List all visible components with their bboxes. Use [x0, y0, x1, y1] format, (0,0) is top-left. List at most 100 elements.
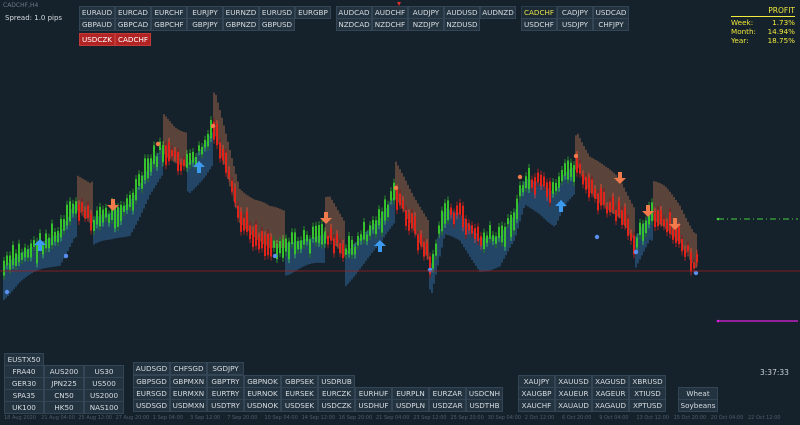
candle-body: [351, 239, 353, 255]
profit-row: Year: 18.75%: [731, 36, 795, 45]
symbol-button-usdpln[interactable]: USDPLN: [392, 399, 429, 412]
candle-body: [282, 239, 284, 258]
symbol-button-gbpcad[interactable]: GBPCAD: [115, 18, 151, 31]
spread-label: Spread: 1.0 pips: [5, 14, 63, 22]
symbol-button-nzdjpy[interactable]: NZDJPY: [408, 18, 444, 31]
signal-dot: [272, 253, 278, 259]
candle-body: [492, 235, 494, 242]
symbol-button-xauaud[interactable]: XAUAUD: [555, 399, 592, 412]
time-axis-label: 23 Sep 12:00: [413, 415, 447, 421]
candle-body: [642, 223, 644, 241]
candle-body: [192, 151, 194, 163]
candle-body: [216, 124, 218, 146]
candle-body: [87, 205, 89, 218]
candle-body: [519, 185, 521, 197]
symbol-button-nzdchf[interactable]: NZDCHF: [372, 18, 408, 31]
symbol-button-cadchf[interactable]: CADCHF: [115, 33, 151, 46]
symbol-button-audsgd[interactable]: AUDSGD: [133, 362, 170, 375]
candle-body: [630, 233, 632, 241]
time-axis-label: 14 Sep 12:00: [301, 415, 335, 421]
candle-body: [309, 239, 311, 254]
symbol-button-xptusd[interactable]: XPTUSD: [629, 399, 666, 412]
profit-row-value: 1.73%: [772, 18, 795, 27]
symbol-button-gbpnzd[interactable]: GBPNZD: [223, 18, 259, 31]
candle-body: [408, 213, 410, 231]
symbol-button-usdsek[interactable]: USDSEK: [281, 399, 318, 412]
candle-body: [558, 176, 560, 188]
symbol-button-usdjpy[interactable]: USDJPY: [557, 18, 593, 31]
candle-body: [342, 243, 344, 259]
candle-body: [504, 226, 506, 247]
symbol-button-chfjpy[interactable]: CHFJPY: [593, 18, 629, 31]
time-axis-label: 15 Oct 20:00: [673, 415, 707, 421]
time-axis-label: 22 Oct 12:00: [748, 415, 781, 421]
candle-body: [180, 162, 182, 171]
symbol-button-xagaud[interactable]: XAGAUD: [592, 399, 629, 412]
candle-body: [246, 211, 248, 232]
symbol-button-usdhuf[interactable]: USDHUF: [355, 399, 392, 412]
symbol-button-sgdjpy[interactable]: SGDJPY: [207, 362, 244, 375]
symbol-button-audnzd[interactable]: AUDNZD: [480, 6, 516, 19]
symbol-button-usdtry[interactable]: USDTRY: [207, 399, 244, 412]
symbol-button-soybeans[interactable]: Soybeans: [678, 399, 718, 412]
candle-body: [618, 200, 620, 215]
symbol-button-eurgbp[interactable]: EURGBP: [295, 6, 331, 19]
candle-body: [171, 149, 173, 157]
signal-dot: [4, 289, 10, 295]
symbol-button-gbpusd[interactable]: GBPUSD: [259, 18, 295, 31]
candle-body: [252, 230, 254, 248]
symbol-button-usdmxn[interactable]: USDMXN: [170, 399, 207, 412]
candle-body: [483, 232, 485, 250]
candle-body: [657, 210, 659, 227]
candle-body: [294, 232, 296, 255]
candle-body: [468, 223, 470, 231]
candle-body: [387, 204, 389, 218]
candle-body: [453, 212, 455, 225]
candle-body: [153, 145, 155, 165]
candle-body: [285, 238, 287, 252]
candle-body: [138, 174, 140, 186]
time-axis-label: 16 Sep 20:00: [338, 415, 373, 421]
symbol-button-usdczk[interactable]: USDCZK: [318, 399, 355, 412]
candle-body: [417, 234, 419, 251]
candle-body: [690, 251, 692, 272]
price-chart[interactable]: [0, 0, 800, 425]
symbol-button-usdthb[interactable]: USDTHB: [466, 399, 503, 412]
level-marker: [716, 319, 720, 323]
candle-body: [471, 225, 473, 234]
candle-body: [507, 218, 509, 225]
candle-body: [609, 201, 611, 213]
candle-body: [378, 209, 380, 226]
candle-body: [279, 241, 281, 254]
symbol-button-chfsgd[interactable]: CHFSGD: [170, 362, 207, 375]
candle-body: [450, 207, 452, 215]
candle-body: [78, 204, 80, 221]
candle-body: [21, 252, 23, 260]
candle-body: [477, 226, 479, 242]
symbol-button-usdchf[interactable]: USDCHF: [521, 18, 557, 31]
candle-body: [645, 220, 647, 234]
chart-title: CADCHF,H4: [3, 2, 39, 9]
symbol-button-nzdusd[interactable]: NZDUSD: [444, 18, 480, 31]
candle-body: [534, 177, 536, 195]
candle-body: [66, 204, 68, 226]
symbol-button-gbpaud[interactable]: GBPAUD: [79, 18, 115, 31]
candle-body: [501, 225, 503, 243]
candle-body: [102, 209, 104, 223]
symbol-button-usdnok[interactable]: USDNOK: [244, 399, 281, 412]
symbol-button-usdczk[interactable]: USDCZK: [79, 33, 115, 46]
symbol-button-usdzar[interactable]: USDZAR: [429, 399, 466, 412]
profit-row-value: 14.94%: [767, 27, 795, 36]
symbol-button-xauchf[interactable]: XAUCHF: [518, 399, 555, 412]
signal-dot: [517, 174, 523, 180]
candle-body: [405, 209, 407, 226]
time-axis-label: 20 Oct 04:00: [710, 415, 744, 421]
candle-body: [318, 225, 320, 243]
symbol-button-usdsgd[interactable]: USDSGD: [133, 399, 170, 412]
candle-body: [237, 205, 239, 218]
symbol-button-gbpjpy[interactable]: GBPJPY: [187, 18, 223, 31]
candle-body: [189, 153, 191, 165]
candle-body: [444, 203, 446, 224]
symbol-button-gbpchf[interactable]: GBPCHF: [151, 18, 187, 31]
symbol-button-nzdcad[interactable]: NZDCAD: [336, 18, 372, 31]
